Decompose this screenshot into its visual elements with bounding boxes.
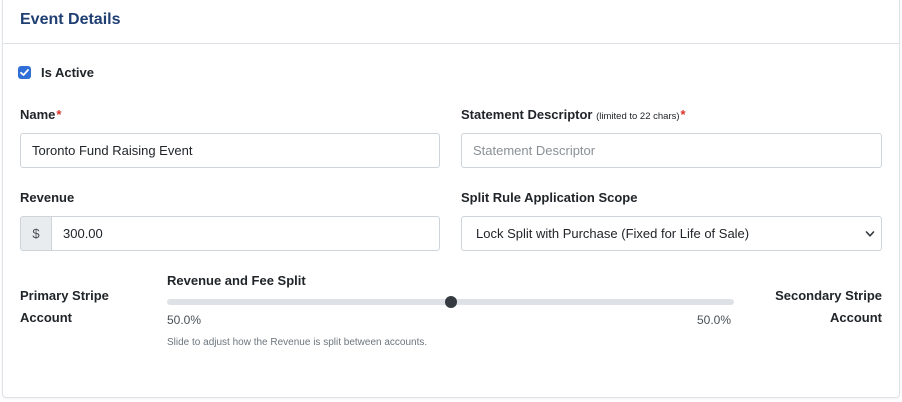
statement-descriptor-label-text: Statement Descriptor	[461, 107, 593, 122]
primary-stripe-label-line1: Primary Stripe	[20, 288, 109, 303]
primary-split-percent: 50.0%	[167, 313, 202, 327]
split-scope-selected: Lock Split with Purchase (Fixed for Life…	[476, 226, 750, 241]
required-mark: *	[56, 107, 62, 122]
event-details-card: Event Details	[2, 0, 900, 398]
revenue-input[interactable]	[51, 216, 440, 251]
chevron-down-icon	[865, 231, 875, 237]
card-header: Event Details	[3, 0, 899, 44]
revenue-fee-split-label: Revenue and Fee Split	[167, 273, 306, 288]
split-help-text: Slide to adjust how the Revenue is split…	[167, 337, 428, 348]
primary-stripe-account-label: Primary Stripe Account	[20, 285, 109, 329]
checkmark-icon	[20, 69, 29, 76]
statement-descriptor-input[interactable]	[461, 133, 882, 168]
name-input[interactable]	[20, 133, 440, 168]
name-label: Name*	[20, 107, 61, 122]
secondary-split-percent: 50.0%	[697, 313, 732, 327]
revenue-label: Revenue	[20, 190, 75, 205]
card-title: Event Details	[20, 11, 121, 28]
secondary-stripe-label-line1: Secondary Stripe	[775, 288, 882, 303]
split-scope-label: Split Rule Application Scope	[461, 190, 638, 205]
statement-descriptor-label: Statement Descriptor (limited to 22 char…	[461, 107, 686, 122]
is-active-checkbox[interactable]	[18, 66, 31, 79]
secondary-stripe-label-line2: Account	[830, 310, 882, 325]
required-mark: *	[680, 107, 686, 122]
secondary-stripe-account-label: Secondary Stripe Account	[775, 285, 882, 329]
statement-descriptor-note: (limited to 22 chars)	[596, 111, 680, 122]
name-label-text: Name	[20, 107, 56, 122]
primary-stripe-label-line2: Account	[20, 310, 72, 325]
split-slider-thumb[interactable]	[444, 296, 457, 308]
split-scope-select[interactable]: Lock Split with Purchase (Fixed for Life…	[461, 216, 882, 251]
is-active-label: Is Active	[41, 65, 94, 80]
currency-addon: $	[20, 216, 51, 251]
